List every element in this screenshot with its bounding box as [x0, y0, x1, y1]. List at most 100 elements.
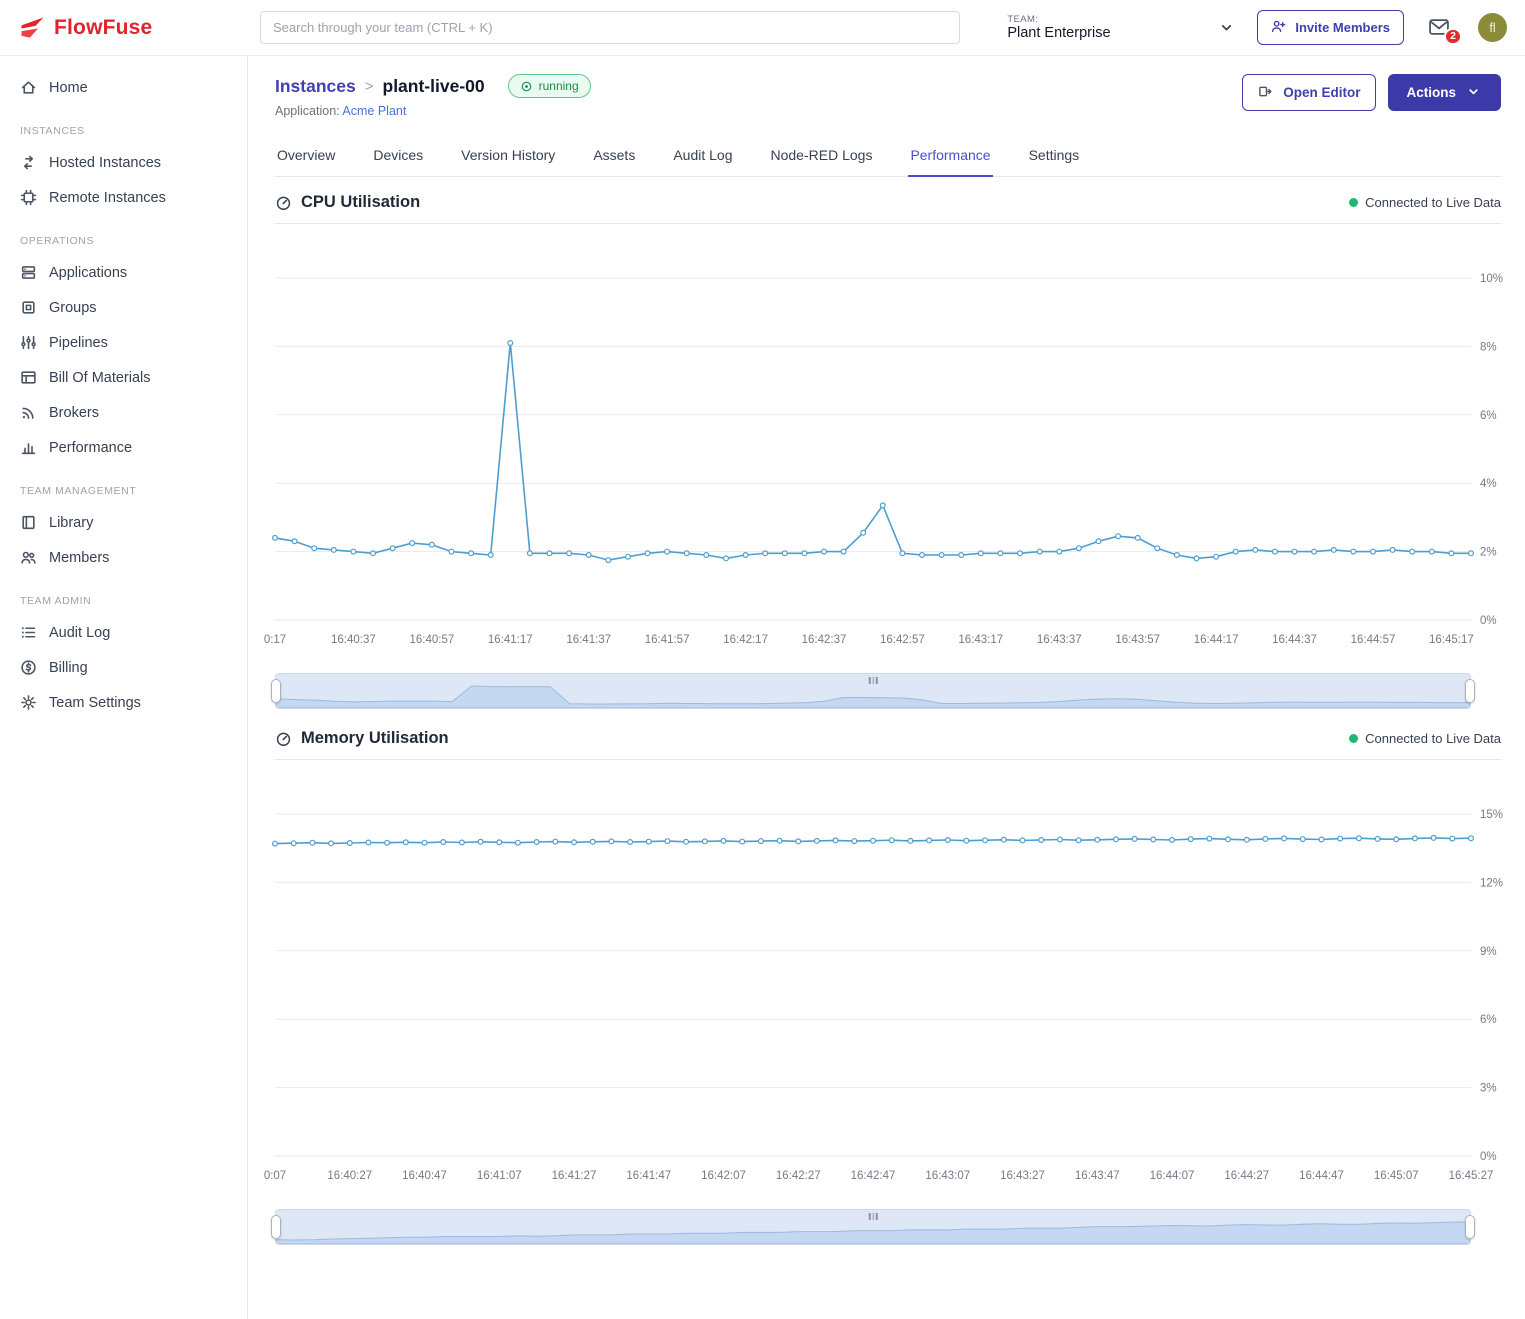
memory-navigator-left-handle[interactable] — [271, 1215, 281, 1239]
open-editor-button[interactable]: Open Editor — [1242, 74, 1376, 111]
notifications-button[interactable]: 2 — [1426, 16, 1456, 40]
sidebar-item-groups[interactable]: Groups — [0, 290, 247, 325]
svg-text:0:07: 0:07 — [264, 1170, 286, 1182]
team-selector[interactable]: TEAM: Plant Enterprise — [1007, 14, 1235, 41]
sidebar-item-home[interactable]: Home — [0, 70, 247, 105]
svg-text:16:41:37: 16:41:37 — [566, 634, 611, 646]
svg-text:16:43:47: 16:43:47 — [1075, 1170, 1120, 1182]
flowfuse-logo-icon — [18, 14, 46, 42]
sidebar-item-team-settings[interactable]: Team Settings — [0, 685, 247, 720]
main-content: Instances > plant-live-00 running Applic… — [249, 56, 1525, 1319]
memory-live-status: Connected to Live Data — [1349, 731, 1501, 746]
user-avatar[interactable]: fl — [1478, 13, 1507, 42]
sidebar-item-pipelines[interactable]: Pipelines — [0, 325, 247, 360]
cpu-section-title: CPU Utilisation — [301, 193, 420, 212]
svg-text:16:42:37: 16:42:37 — [802, 634, 847, 646]
svg-text:16:42:57: 16:42:57 — [880, 634, 925, 646]
sidebar-item-applications[interactable]: Applications — [0, 255, 247, 290]
tab-audit-log[interactable]: Audit Log — [671, 138, 734, 177]
tab-settings[interactable]: Settings — [1027, 138, 1082, 177]
sidebar-item-members[interactable]: Members — [0, 540, 247, 575]
sidebar-section-team-admin: TEAM ADMIN — [0, 575, 247, 615]
bom-icon — [20, 369, 37, 386]
svg-text:16:45:07: 16:45:07 — [1374, 1170, 1419, 1182]
svg-text:0%: 0% — [1480, 1151, 1497, 1163]
tab-assets[interactable]: Assets — [591, 138, 637, 177]
svg-text:8%: 8% — [1480, 341, 1497, 353]
cpu-navigator[interactable] — [275, 673, 1471, 709]
svg-text:16:44:07: 16:44:07 — [1150, 1170, 1195, 1182]
groups-icon — [20, 299, 37, 316]
tab-version-history[interactable]: Version History — [459, 138, 557, 177]
cpu-navigator-right-handle[interactable] — [1465, 679, 1475, 703]
svg-text:16:45:27: 16:45:27 — [1449, 1170, 1494, 1182]
tab-performance[interactable]: Performance — [908, 138, 992, 177]
notification-count-badge: 2 — [1444, 28, 1462, 45]
chevron-down-icon — [1218, 19, 1235, 36]
cpu-live-status-label: Connected to Live Data — [1365, 195, 1501, 210]
library-icon — [20, 514, 37, 531]
svg-text:16:41:47: 16:41:47 — [626, 1170, 671, 1182]
svg-text:16:42:47: 16:42:47 — [851, 1170, 896, 1182]
svg-text:16:40:37: 16:40:37 — [331, 634, 376, 646]
svg-text:16:40:47: 16:40:47 — [402, 1170, 447, 1182]
svg-text:2%: 2% — [1480, 547, 1497, 559]
memory-chart-canvas[interactable]: 0%3%6%9%12%15%0:0716:40:2716:40:4716:41:… — [275, 764, 1501, 1199]
flowfuse-logo[interactable]: FlowFuse — [18, 14, 152, 42]
svg-text:3%: 3% — [1480, 1083, 1497, 1095]
invite-members-button[interactable]: Invite Members — [1257, 10, 1404, 45]
sidebar-item-library[interactable]: Library — [0, 505, 247, 540]
cpu-navigator-left-handle[interactable] — [271, 679, 281, 703]
sidebar-item-audit-log[interactable]: Audit Log — [0, 615, 247, 650]
application-label: Application: — [275, 104, 340, 118]
cpu-chart-canvas[interactable]: 0%2%4%6%8%10%0:1716:40:3716:40:5716:41:1… — [275, 228, 1501, 663]
gauge-icon — [275, 730, 292, 748]
tab-devices[interactable]: Devices — [371, 138, 425, 177]
svg-text:6%: 6% — [1480, 1014, 1497, 1026]
breadcrumb-instances-link[interactable]: Instances — [275, 76, 356, 97]
sidebar-section-instances: INSTANCES — [0, 105, 247, 145]
svg-text:16:43:07: 16:43:07 — [925, 1170, 970, 1182]
instance-tabs: Overview Devices Version History Assets Audi… — [275, 138, 1501, 177]
memory-navigator-grip-icon[interactable] — [869, 1213, 878, 1220]
cpu-live-status: Connected to Live Data — [1349, 195, 1501, 210]
tab-overview[interactable]: Overview — [275, 138, 337, 177]
open-editor-label: Open Editor — [1283, 85, 1360, 100]
live-dot-icon — [1349, 734, 1358, 743]
breadcrumb-separator: > — [365, 78, 374, 95]
application-link[interactable]: Acme Plant — [342, 104, 406, 118]
actions-button[interactable]: Actions — [1388, 74, 1501, 111]
search-input[interactable] — [260, 11, 960, 44]
svg-text:16:40:57: 16:40:57 — [410, 634, 455, 646]
sidebar-item-label: Performance — [49, 440, 132, 456]
memory-section: Memory Utilisation Connected to Live Dat… — [275, 729, 1501, 1245]
sidebar-item-remote-instances[interactable]: Remote Instances — [0, 180, 247, 215]
svg-text:16:44:27: 16:44:27 — [1224, 1170, 1269, 1182]
sidebar-item-label: Hosted Instances — [49, 155, 161, 171]
remote-icon — [20, 189, 37, 206]
billing-icon — [20, 659, 37, 676]
svg-text:15%: 15% — [1480, 809, 1503, 821]
sidebar-item-performance[interactable]: Performance — [0, 430, 247, 465]
svg-text:16:45:17: 16:45:17 — [1429, 634, 1474, 646]
svg-text:16:44:47: 16:44:47 — [1299, 1170, 1344, 1182]
performance-icon — [20, 439, 37, 456]
sidebar-item-bill-of-materials[interactable]: Bill Of Materials — [0, 360, 247, 395]
cpu-navigator-grip-icon[interactable] — [869, 677, 878, 684]
sidebar-item-brokers[interactable]: Brokers — [0, 395, 247, 430]
brand-name: FlowFuse — [54, 16, 152, 40]
team-name: Plant Enterprise — [1007, 25, 1110, 41]
svg-text:16:40:27: 16:40:27 — [327, 1170, 372, 1182]
svg-text:16:42:17: 16:42:17 — [723, 634, 768, 646]
svg-text:16:44:17: 16:44:17 — [1194, 634, 1239, 646]
svg-text:6%: 6% — [1480, 410, 1497, 422]
memory-navigator-right-handle[interactable] — [1465, 1215, 1475, 1239]
sidebar-item-label: Bill Of Materials — [49, 370, 151, 386]
sidebar-item-billing[interactable]: Billing — [0, 650, 247, 685]
chevron-down-icon — [1466, 84, 1483, 101]
tab-node-red-logs[interactable]: Node-RED Logs — [769, 138, 875, 177]
sidebar-item-hosted-instances[interactable]: Hosted Instances — [0, 145, 247, 180]
memory-navigator[interactable] — [275, 1209, 1471, 1245]
settings-icon — [20, 694, 37, 711]
status-badge-label: running — [539, 79, 579, 93]
